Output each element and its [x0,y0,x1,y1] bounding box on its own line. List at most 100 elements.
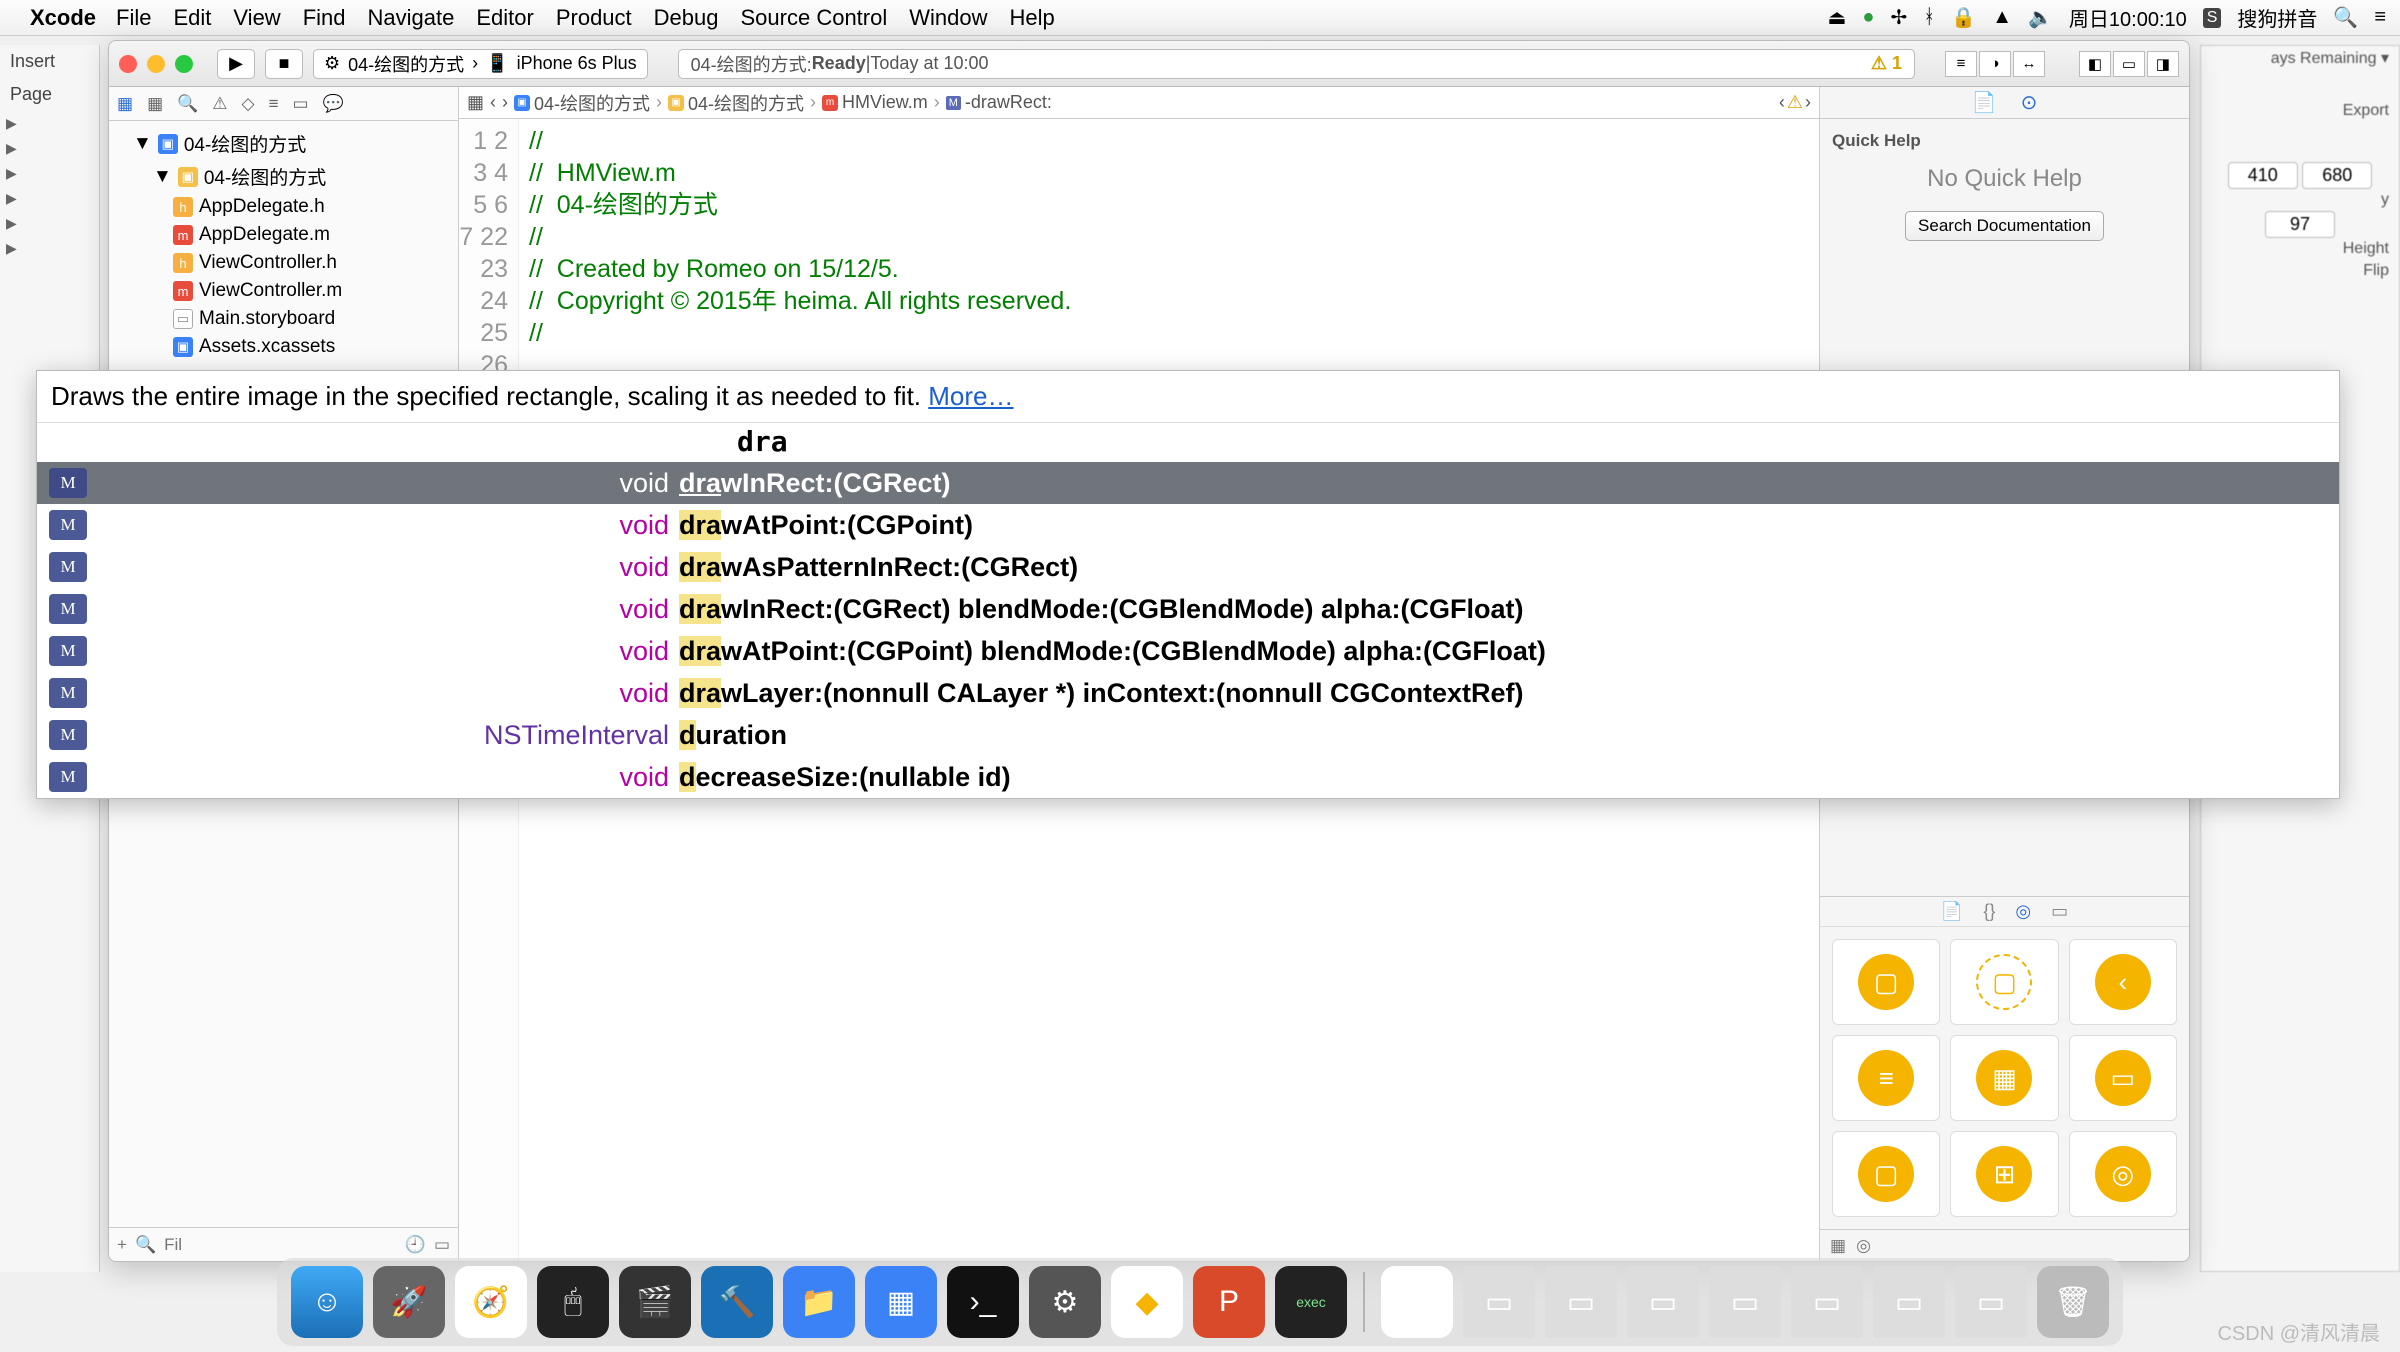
navigator-filter[interactable]: + 🔍 Fil 🕘 ▭ [109,1227,458,1261]
bluetooth-icon[interactable]: ᚼ [1923,6,1935,29]
menubar-clock[interactable]: 周日10:00:10 [2069,3,2187,32]
autocomplete-row[interactable]: MvoiddrawAsPatternInRect:(CGRect) [37,546,2339,588]
stop-button[interactable]: ■ [265,49,303,79]
autocomplete-row[interactable]: MvoiddrawInRect:(CGRect) blendMode:(CGBl… [37,588,2339,630]
tree-file[interactable]: ViewController.h [199,252,337,274]
library-item[interactable]: ▦ [1950,1035,2058,1121]
window-minimize-button[interactable] [147,55,165,73]
issue-icon[interactable]: ⚠ [1787,92,1803,113]
library-tabs[interactable]: 📄{}◎▭ [1820,897,2189,927]
prev-issue-icon[interactable]: ‹ [1779,92,1785,113]
menu-file[interactable]: File [116,5,151,31]
add-icon[interactable]: + [117,1235,127,1255]
dock-window-thumb[interactable]: ▭ [1627,1266,1699,1338]
dock-sketch-icon[interactable]: ◆ [1111,1266,1183,1338]
panel-toggle-segmented[interactable]: ◧▭◨ [2079,51,2179,77]
autocomplete-row[interactable]: MvoiddrawAtPoint:(CGPoint) blendMode:(CG… [37,630,2339,672]
tree-file[interactable]: AppDelegate.h [199,196,325,218]
quick-help-tab[interactable]: ⊙ [2021,90,2038,115]
scheme-selector[interactable]: ⚙ 04-绘图的方式 › 📱 iPhone 6s Plus [313,49,648,79]
dock-window-thumb[interactable]: ▭ [1545,1266,1617,1338]
macos-dock[interactable]: ☺ 🚀 🧭 🖱 🎬 🔨 📁 ▦ ›_ ⚙ ◆ P exec ▶ ▭ ▭ ▭ ▭ … [277,1258,2123,1346]
dock-terminal-icon[interactable]: ›_ [947,1266,1019,1338]
autocomplete-row[interactable]: MvoiddrawInRect:(CGRect) [37,462,2339,504]
dock-app-icon[interactable]: 🖱 [537,1266,609,1338]
dock-app-icon[interactable]: ▶ [1381,1266,1453,1338]
app-menu[interactable]: Xcode [30,5,96,31]
menu-edit[interactable]: Edit [173,5,211,31]
recent-icon[interactable]: 🕘 [405,1235,426,1255]
dock-window-thumb[interactable]: ▭ [1709,1266,1781,1338]
dock-app-icon[interactable]: exec [1275,1266,1347,1338]
dock-xcode-icon[interactable]: 🔨 [701,1266,773,1338]
dock-trash-icon[interactable]: 🗑 [2037,1266,2109,1338]
dock-launchpad-icon[interactable]: 🚀 [373,1266,445,1338]
autocomplete-row[interactable]: MvoiddecreaseSize:(nullable id) [37,756,2339,798]
related-items-icon[interactable]: ▦ [467,92,484,113]
window-zoom-button[interactable] [175,55,193,73]
library-item[interactable]: ≡ [1832,1035,1940,1121]
dock-app-icon[interactable]: P [1193,1266,1265,1338]
ime-label[interactable]: 搜狗拼音 [2237,3,2317,32]
forward-button[interactable]: › [502,92,508,113]
dock-app-icon[interactable]: 🎬 [619,1266,691,1338]
status-icon[interactable]: ⏏ [1828,5,1847,30]
dock-finder-icon[interactable]: ☺ [291,1266,363,1338]
menu-window[interactable]: Window [909,5,987,31]
volume-icon[interactable]: 🔈 [2028,5,2053,30]
library-filter[interactable]: ▦◎ [1820,1229,2189,1261]
menu-editor[interactable]: Editor [476,5,533,31]
next-issue-icon[interactable]: › [1805,92,1811,113]
tree-folder[interactable]: 04-绘图的方式 [204,163,326,190]
editor-mode-segmented[interactable]: ≡◑↔ [1945,51,2045,77]
autocomplete-row[interactable]: MvoiddrawAtPoint:(CGPoint) [37,504,2339,546]
window-close-button[interactable] [119,55,137,73]
ime-indicator[interactable]: S [2203,8,2222,28]
run-button[interactable]: ▶ [217,49,255,79]
dock-window-thumb[interactable]: ▭ [1791,1266,1863,1338]
doc-more-link[interactable]: More… [928,381,1013,411]
library-item[interactable]: ◎ [2069,1131,2177,1217]
library-item[interactable]: ▢ [1950,939,2058,1025]
dock-window-thumb[interactable]: ▭ [1955,1266,2027,1338]
back-button[interactable]: ‹ [490,92,496,113]
autocomplete-row[interactable]: MvoiddrawLayer:(nonnull CALayer *) inCon… [37,672,2339,714]
status-icon[interactable]: ● [1862,6,1874,29]
project-navigator-tab[interactable]: ▦ [117,94,133,114]
library-item[interactable]: ‹ [2069,939,2177,1025]
dock-window-thumb[interactable]: ▭ [1463,1266,1535,1338]
tree-file[interactable]: Assets.xcassets [199,336,335,358]
navigator-tabs[interactable]: ▦ ▦🔍⚠◇≡▭💬 [109,87,458,121]
dock-safari-icon[interactable]: 🧭 [455,1266,527,1338]
menu-help[interactable]: Help [1010,5,1055,31]
search-documentation-button[interactable]: Search Documentation [1905,211,2104,241]
autocomplete-row[interactable]: MNSTimeIntervalduration [37,714,2339,756]
autocomplete-popup[interactable]: Draws the entire image in the specified … [36,370,2340,799]
lock-icon[interactable]: 🔒 [1951,5,1976,30]
menu-view[interactable]: View [233,5,280,31]
tree-project[interactable]: 04-绘图的方式 [184,130,306,157]
dock-app-icon[interactable]: 📁 [783,1266,855,1338]
warnings-badge[interactable]: ⚠ 1 [1871,53,1902,74]
inspector-tabs[interactable]: 📄 ⊙ [1820,87,2189,119]
file-inspector-tab[interactable]: 📄 [1972,90,1997,115]
menu-find[interactable]: Find [303,5,346,31]
menu-source-control[interactable]: Source Control [741,5,888,31]
library-item[interactable]: ⊞ [1950,1131,2058,1217]
library-item[interactable]: ▢ [1832,939,1940,1025]
tree-file[interactable]: ViewController.m [199,280,342,302]
dock-app-icon[interactable]: ▦ [865,1266,937,1338]
notification-center-icon[interactable]: ≡ [2374,6,2386,29]
wifi-icon[interactable]: ▲ [1992,6,2012,29]
library-item[interactable]: ▢ [1832,1131,1940,1217]
library-item[interactable]: ▭ [2069,1035,2177,1121]
jump-bar[interactable]: ▦ ‹ › ▣04-绘图的方式› ▣04-绘图的方式› mHMView.m› M… [459,87,1819,119]
menu-navigate[interactable]: Navigate [368,5,455,31]
menu-product[interactable]: Product [556,5,632,31]
tree-file[interactable]: AppDelegate.m [199,224,330,246]
dock-window-thumb[interactable]: ▭ [1873,1266,1945,1338]
menu-debug[interactable]: Debug [654,5,719,31]
tree-file[interactable]: Main.storyboard [199,308,335,330]
spotlight-icon[interactable]: 🔍 [2333,5,2358,30]
status-icon[interactable]: ✢ [1891,5,1908,30]
